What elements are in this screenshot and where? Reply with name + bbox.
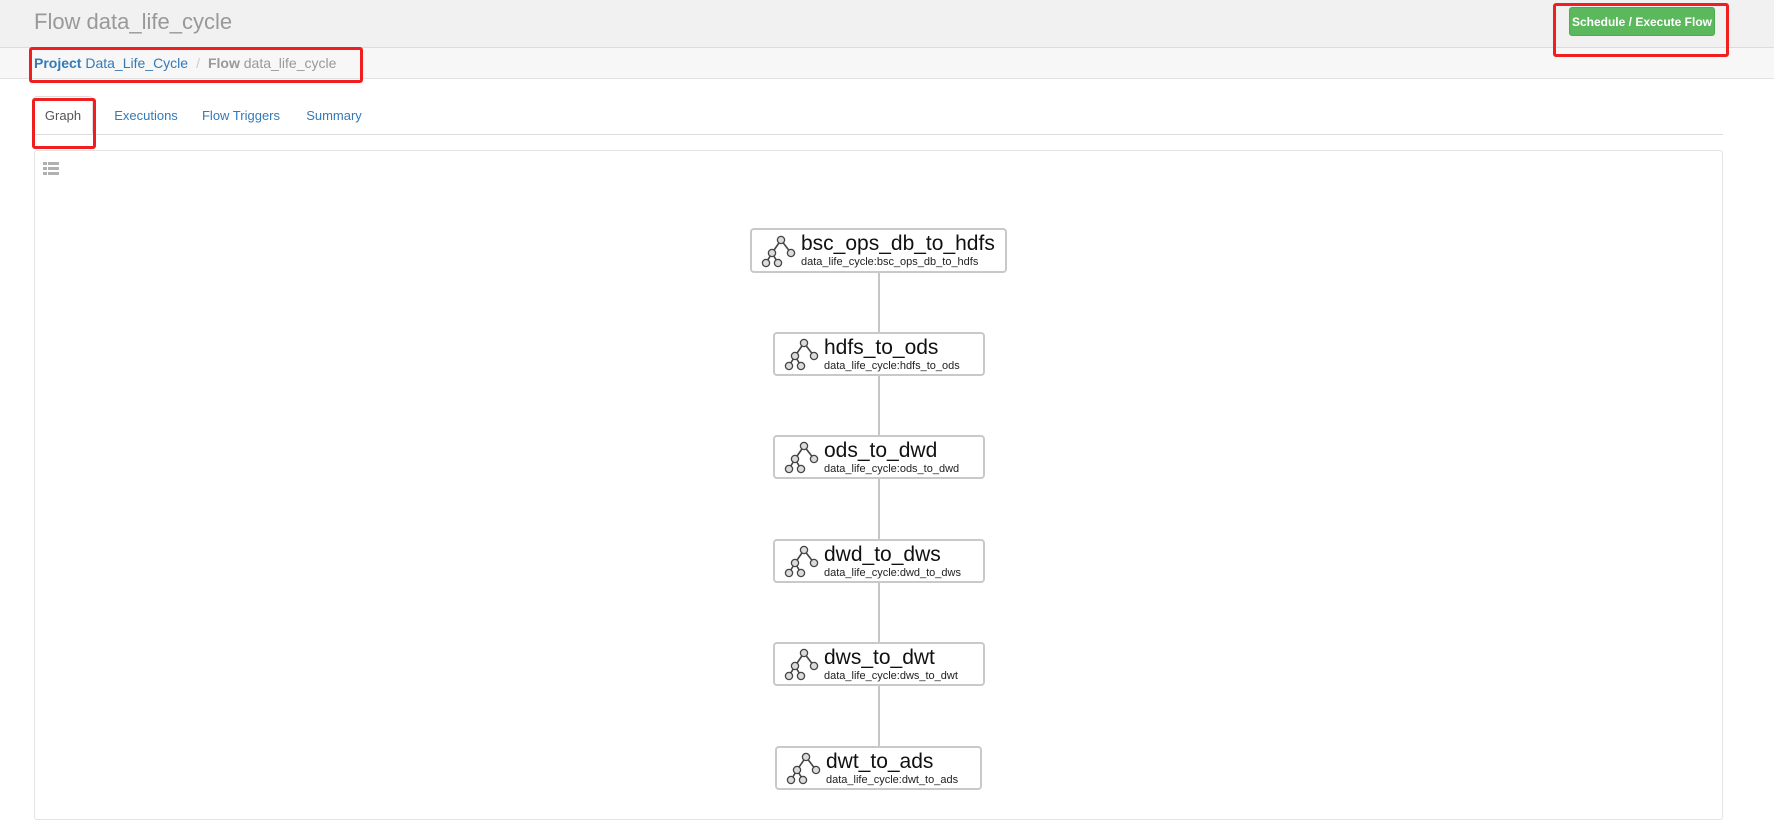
node-name: bsc_ops_db_to_hdfs [801, 232, 995, 255]
flow-tree-icon [784, 545, 819, 578]
graph-node[interactable]: dwd_to_dws data_life_cycle:dwd_to_dws [773, 539, 985, 583]
graph-edges [878, 273, 880, 746]
node-subtitle: data_life_cycle:ods_to_dwd [824, 462, 960, 475]
node-subtitle: data_life_cycle:dwt_to_ads [826, 773, 959, 786]
node-name: ods_to_dwd [824, 438, 938, 462]
flow-tree-icon [784, 338, 819, 371]
graph-node[interactable]: hdfs_to_ods data_life_cycle:hdfs_to_ods [773, 332, 985, 376]
node-subtitle: data_life_cycle:hdfs_to_ods [824, 359, 960, 372]
node-subtitle: data_life_cycle:dws_to_dwt [824, 669, 958, 682]
node-name: dwt_to_ads [826, 749, 934, 773]
flow-tree-icon [786, 752, 821, 785]
graph-node[interactable]: bsc_ops_db_to_hdfs data_life_cycle:bsc_o… [750, 228, 1007, 273]
node-subtitle: data_life_cycle:bsc_ops_db_to_hdfs [801, 256, 979, 268]
node-name: hdfs_to_ods [824, 335, 939, 359]
graph-node[interactable]: ods_to_dwd data_life_cycle:ods_to_dwd [773, 435, 985, 479]
flow-tree-icon [784, 648, 819, 681]
node-name: dwd_to_dws [824, 542, 941, 566]
graph-node[interactable]: dws_to_dwt data_life_cycle:dws_to_dwt [773, 642, 985, 686]
node-name: dws_to_dwt [824, 645, 935, 669]
flow-tree-icon [784, 441, 819, 474]
graph-node[interactable]: dwt_to_ads data_life_cycle:dwt_to_ads [775, 746, 982, 790]
flow-tree-icon [761, 235, 796, 267]
node-subtitle: data_life_cycle:dwd_to_dws [824, 566, 961, 579]
